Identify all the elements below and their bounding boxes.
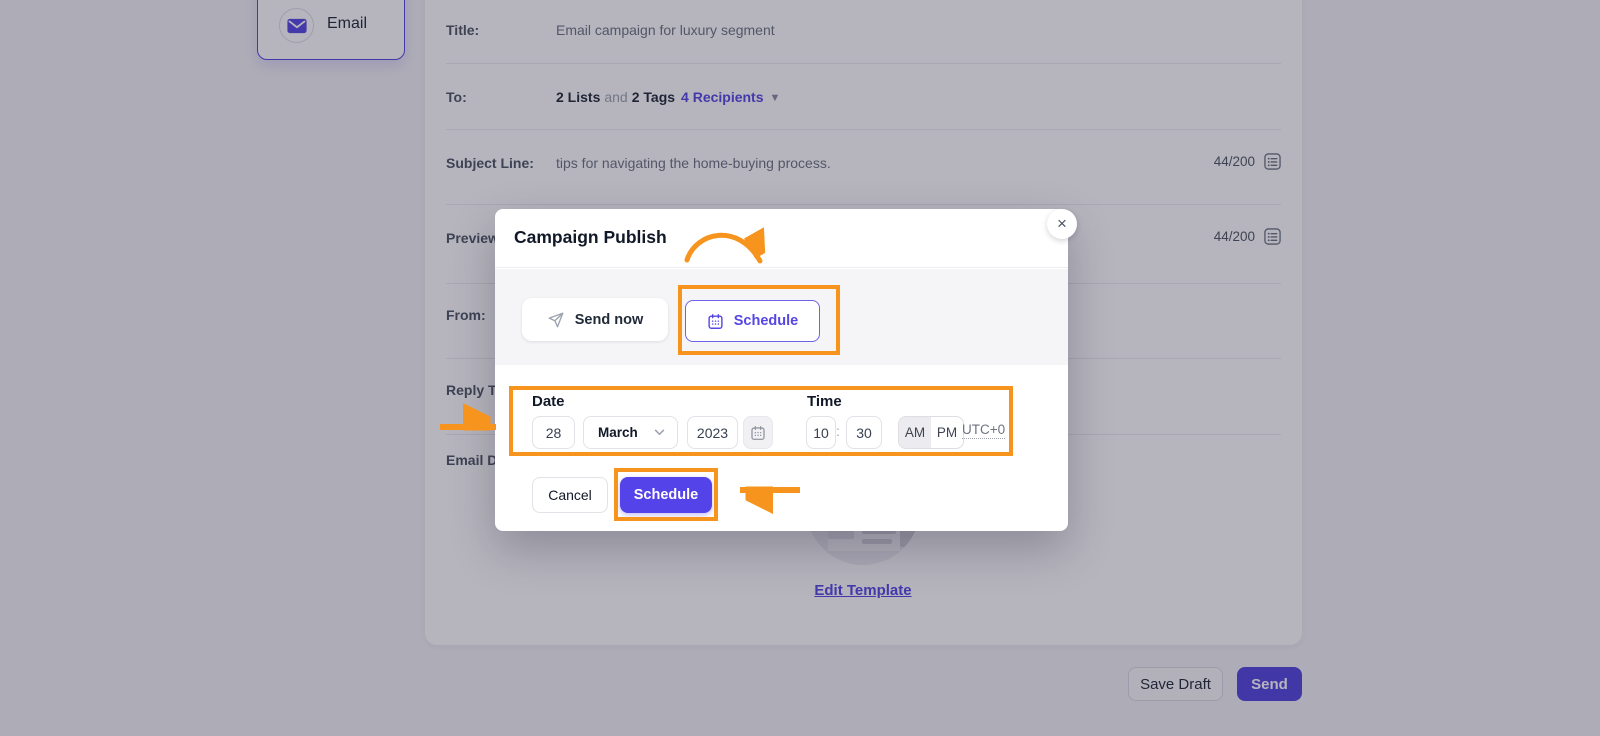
modal-header: Campaign Publish [495, 209, 1068, 268]
send-now-label: Send now [574, 311, 644, 328]
calendar-icon [708, 313, 723, 329]
send-now-option[interactable]: Send now [522, 298, 668, 341]
campaign-publish-modal: Campaign Publish × Send now Schedule Dat… [495, 209, 1077, 531]
schedule-option[interactable]: Schedule [685, 300, 820, 342]
am-option[interactable]: AM [899, 417, 931, 448]
app-screen: Email Title: Email campaign for luxury s… [0, 0, 1600, 736]
hour-input[interactable] [806, 416, 836, 449]
modal-title: Campaign Publish [514, 227, 667, 247]
paper-plane-icon [548, 312, 564, 327]
timezone-link[interactable]: UTC+0 [962, 422, 1006, 439]
date-picker-button[interactable] [743, 416, 773, 449]
chevron-down-icon [654, 429, 665, 436]
time-separator: : [836, 423, 840, 439]
schedule-option-label: Schedule [733, 313, 799, 329]
day-input[interactable] [532, 416, 575, 449]
month-value: March [598, 425, 638, 440]
pm-option[interactable]: PM [931, 417, 963, 448]
time-label: Time [807, 393, 842, 410]
date-label: Date [532, 393, 565, 410]
publish-mode-section: Send now Schedule [495, 269, 1068, 365]
close-button[interactable]: × [1047, 209, 1077, 239]
cancel-button[interactable]: Cancel [532, 477, 608, 513]
year-input[interactable] [687, 416, 738, 449]
month-select[interactable]: March [583, 416, 678, 449]
minute-input[interactable] [846, 416, 882, 449]
calendar-picker-icon [751, 425, 765, 440]
schedule-submit-button[interactable]: Schedule [620, 477, 712, 513]
am-pm-toggle: AM PM [898, 416, 964, 449]
close-icon: × [1057, 214, 1067, 233]
